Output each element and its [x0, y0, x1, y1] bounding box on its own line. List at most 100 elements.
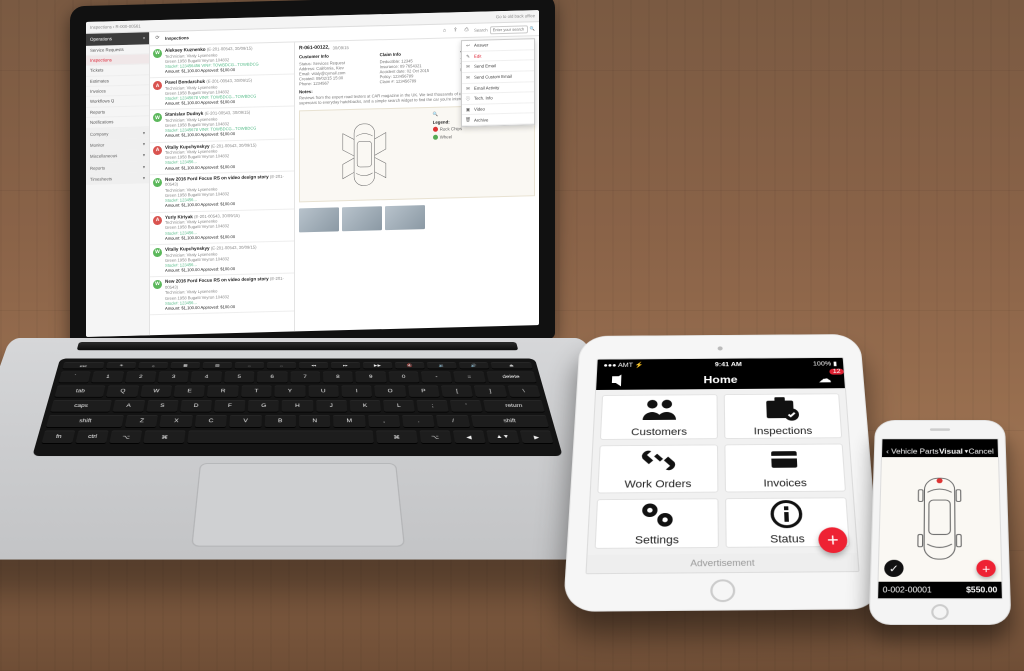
key[interactable]: delete — [486, 371, 537, 383]
key[interactable]: . — [402, 415, 435, 428]
key[interactable]: 5 — [224, 371, 255, 383]
key[interactable]: 6 — [257, 371, 287, 383]
key[interactable]: U — [308, 385, 339, 397]
key[interactable]: ◂◂ — [299, 362, 328, 369]
key[interactable]: ⌘ — [144, 430, 186, 443]
key[interactable]: / — [437, 415, 471, 428]
search-icon[interactable]: 🔍 — [530, 26, 535, 31]
key[interactable]: - — [421, 371, 453, 383]
key[interactable]: ▲▼ — [486, 430, 520, 443]
key[interactable]: esc — [62, 362, 104, 369]
home-icon[interactable]: ⌂ — [441, 27, 448, 34]
list-item[interactable]: AYuriy Kiriyak (E-201-00543, 30/09/15)Te… — [150, 209, 294, 245]
key[interactable]: D — [180, 400, 212, 413]
key[interactable]: ⌥ — [419, 430, 452, 443]
key[interactable]: I — [341, 385, 372, 397]
laptop-keyboard[interactable]: esc☀☼▦▤◌◌◂◂▸▸▶▶🔇🔉🔊⏏`1234567890-=deleteta… — [32, 359, 562, 456]
tile-workorders[interactable]: Work Orders — [597, 445, 718, 493]
key[interactable]: J — [316, 400, 347, 413]
key[interactable]: Y — [275, 385, 305, 397]
nav-title[interactable]: Visual — [939, 447, 968, 455]
fab-add-button[interactable]: + — [976, 560, 996, 577]
key[interactable]: ☼ — [138, 362, 168, 369]
sync-button[interactable]: ☁12 — [811, 372, 838, 386]
key[interactable]: ⌘ — [376, 430, 417, 443]
key[interactable]: shift — [471, 415, 549, 428]
key[interactable]: ☀ — [106, 362, 136, 369]
action-menu[interactable]: ↩Answer✎Edit✉Send Email✉Send Custom Emai… — [461, 38, 535, 127]
key[interactable]: B — [264, 415, 296, 428]
key[interactable]: ▶ — [520, 430, 554, 443]
magnifier-icon[interactable]: 🔍 — [433, 112, 438, 118]
key[interactable]: ⏏ — [490, 362, 532, 369]
tile-inspections[interactable]: Inspections — [724, 393, 843, 439]
key[interactable]: 4 — [191, 371, 222, 383]
key[interactable]: P — [408, 385, 440, 397]
key[interactable]: C — [195, 415, 228, 428]
list-item[interactable]: WNew 2016 Ford Focus RS on video design … — [150, 171, 294, 213]
thumbnail[interactable] — [385, 205, 425, 230]
back-button[interactable]: ‹ Vehicle Parts — [886, 447, 938, 455]
key[interactable]: E — [174, 385, 206, 397]
key[interactable]: F — [214, 400, 246, 413]
list-item[interactable]: WStanislav Dudnyk (E-201-00543, 30/09/15… — [150, 107, 294, 143]
key[interactable]: ] — [474, 385, 507, 397]
list-item[interactable]: WAleksey Kuznenko (E-201-00543, 30/09/15… — [150, 42, 294, 78]
key[interactable]: 🔇 — [395, 362, 425, 369]
key[interactable]: 0 — [388, 371, 419, 383]
key[interactable]: M — [333, 415, 365, 428]
key[interactable]: 7 — [290, 371, 320, 383]
cancel-button[interactable]: Cancel — [968, 447, 993, 455]
key[interactable]: K — [349, 400, 381, 413]
list-item[interactable]: AVitaliy Kupchynskyy (E-201-00543, 30/09… — [150, 139, 294, 175]
laptop-trackpad[interactable] — [191, 463, 405, 547]
key[interactable]: ▤ — [203, 362, 233, 369]
key[interactable]: 8 — [323, 371, 353, 383]
key[interactable]: ' — [450, 400, 483, 413]
key[interactable]: ▶▶ — [363, 362, 393, 369]
key[interactable]: ◀ — [453, 430, 486, 443]
key[interactable]: ▦ — [170, 362, 200, 369]
key[interactable]: Q — [106, 385, 139, 397]
key[interactable]: ctrl — [75, 430, 109, 443]
inspection-list[interactable]: WAleksey Kuznenko (E-201-00543, 30/09/15… — [150, 42, 295, 335]
key[interactable]: = — [453, 371, 485, 383]
tile-settings[interactable]: Settings — [595, 498, 719, 549]
tile-invoices[interactable]: Invoices — [724, 444, 846, 492]
back-button[interactable] — [602, 374, 629, 388]
upload-icon[interactable]: ⇪ — [452, 27, 459, 34]
key[interactable]: tab — [54, 385, 105, 397]
key[interactable]: ; — [417, 400, 449, 413]
key[interactable]: ▸▸ — [331, 362, 360, 369]
key[interactable]: 3 — [158, 371, 189, 383]
key[interactable]: caps — [50, 400, 111, 413]
key[interactable]: ` — [58, 371, 91, 383]
key[interactable] — [187, 430, 374, 443]
key[interactable]: X — [160, 415, 193, 428]
key[interactable]: N — [299, 415, 331, 428]
key[interactable]: shift — [46, 415, 124, 428]
key[interactable]: ◌ — [267, 362, 296, 369]
key[interactable]: 🔉 — [427, 362, 457, 369]
key[interactable]: R — [207, 385, 238, 397]
thumbnail[interactable] — [299, 207, 339, 232]
key[interactable]: 1 — [91, 371, 123, 383]
phone-home-button[interactable] — [931, 604, 949, 620]
tablet-home-button[interactable] — [710, 579, 735, 602]
search-input[interactable] — [490, 25, 528, 34]
key[interactable]: fn — [41, 430, 75, 443]
key[interactable]: \ — [507, 385, 540, 397]
key[interactable]: V — [229, 415, 261, 428]
key[interactable]: L — [383, 400, 415, 413]
key[interactable]: , — [368, 415, 401, 428]
fab-add-button[interactable]: + — [818, 527, 848, 553]
tile-customers[interactable]: Customers — [600, 394, 718, 440]
list-item[interactable]: WVitaliy Kupchynskyy (E-201-00543, 30/09… — [150, 241, 294, 277]
key[interactable]: ⌥ — [110, 430, 143, 443]
vehicle-diagram[interactable]: ✓ + — [879, 457, 1002, 581]
key[interactable]: 🔊 — [458, 362, 488, 369]
key[interactable]: A — [112, 400, 145, 413]
list-item[interactable]: WNew 2016 Ford Focus RS on video design … — [150, 273, 294, 315]
key[interactable]: [ — [441, 385, 473, 397]
old-backoffice-link[interactable]: Go to old back office — [496, 13, 535, 19]
